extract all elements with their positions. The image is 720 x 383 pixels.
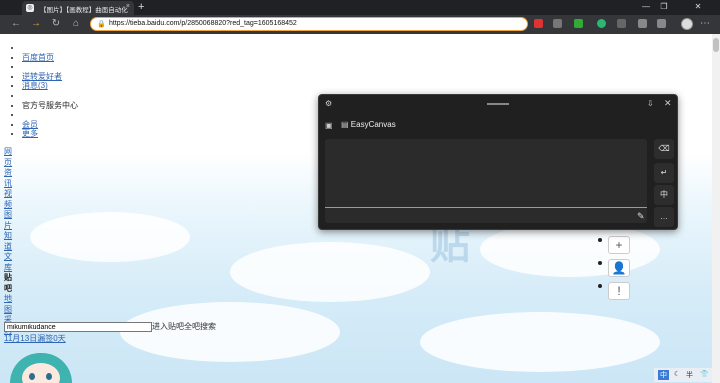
restore-icon[interactable]: ❐	[656, 2, 672, 11]
side-nav-char[interactable]: 库	[4, 263, 12, 274]
address-bar[interactable]: 🔒 https://tieba.baidu.com/p/2850068820?r…	[90, 17, 528, 31]
top-nav-item	[22, 110, 78, 120]
top-nav-item[interactable]: 会员	[22, 120, 78, 130]
more-menu-icon[interactable]: ⋯	[700, 18, 710, 29]
feedback-icon[interactable]: !	[608, 282, 630, 300]
profile-avatar[interactable]	[681, 18, 693, 30]
ime-moon-icon: ☾	[674, 371, 681, 378]
top-nav-item[interactable]: 更多	[22, 129, 78, 139]
search-input[interactable]	[4, 322, 152, 332]
extension-icon[interactable]	[617, 19, 626, 28]
top-nav-list: 百度首页逆转爱好者消息(3) 官方号服务中心会员更多	[12, 43, 78, 139]
side-nav-char[interactable]: 知	[4, 231, 12, 242]
side-nav-char[interactable]: 视	[4, 189, 12, 200]
ime-lang: 中	[658, 370, 669, 380]
new-tab-button[interactable]: +	[138, 1, 144, 13]
backspace-button[interactable]: ⌫	[654, 139, 674, 159]
bullet	[598, 238, 602, 242]
extension-icon[interactable]	[534, 19, 543, 28]
collections-icon[interactable]	[657, 19, 666, 28]
extensions-puzzle-icon[interactable]	[638, 19, 647, 28]
side-nav-char[interactable]: 吧	[4, 284, 12, 295]
window-icon[interactable]: ▣	[325, 121, 333, 130]
canvas-doc-icon: ▤	[341, 120, 349, 129]
enter-button[interactable]: ↵	[654, 163, 674, 183]
top-nav-item	[22, 62, 78, 72]
extension-icon[interactable]	[553, 19, 562, 28]
side-nav-char[interactable]: 文	[4, 252, 12, 263]
lock-icon: 🔒	[97, 21, 106, 28]
browser-tab[interactable]: ◎ 【图片】【画教程】曲面自动化 ×	[22, 1, 134, 15]
side-nav-char[interactable]: 图	[4, 305, 12, 316]
side-nav-char[interactable]: 页	[4, 158, 12, 169]
pin-icon[interactable]: ⇩	[647, 99, 654, 108]
bullet	[598, 261, 602, 265]
top-nav-item[interactable]: 百度首页	[22, 53, 78, 63]
side-nav-char[interactable]: 贴	[4, 273, 12, 284]
reload-icon[interactable]: ↻	[49, 16, 63, 32]
add-icon[interactable]: +	[608, 236, 630, 254]
tab-favicon-icon: ◎	[26, 4, 34, 12]
search-buttons: 进入贴吧全吧搜索	[152, 321, 216, 332]
ime-indicator[interactable]: 中 ☾ 半 👕	[654, 368, 712, 382]
forward-icon[interactable]: →	[29, 16, 43, 32]
page-scrollbar[interactable]	[712, 34, 720, 383]
top-nav-link[interactable]: 逆转爱好者	[22, 72, 62, 81]
drag-handle[interactable]	[487, 103, 509, 105]
side-nav-char[interactable]: 图	[4, 210, 12, 221]
tab-title: 【图片】【画教程】曲面自动化	[40, 7, 128, 14]
side-nav-char[interactable]: 地	[4, 294, 12, 305]
extension-icon[interactable]	[574, 19, 583, 28]
side-nav-char[interactable]: 片	[4, 221, 12, 232]
side-nav-char[interactable]: 频	[4, 200, 12, 211]
user-icon[interactable]: 👤	[608, 259, 630, 277]
pen-icon[interactable]: ✎	[637, 211, 645, 222]
enter-tieba-button[interactable]: 进入贴吧	[152, 322, 184, 331]
language-button[interactable]: 中	[654, 185, 674, 205]
top-nav-item[interactable]: 消息(3)	[22, 81, 78, 91]
side-nav-char[interactable]: 讯	[4, 179, 12, 190]
extension-icon[interactable]	[597, 19, 606, 28]
top-nav-item	[22, 43, 78, 53]
close-panel-icon[interactable]: ✕	[664, 98, 672, 109]
top-nav-link[interactable]: 消息(3)	[22, 81, 48, 90]
scrollbar-thumb[interactable]	[713, 38, 719, 52]
sign-in-status[interactable]: 11月13日漏签0天	[4, 333, 66, 344]
minimize-icon[interactable]: —	[638, 2, 654, 11]
easycanvas-panel: ⚙ ⇩ ✕ ▣ ▤ EasyCanvas ✎ ⌫ ↵ 中 …	[318, 94, 678, 230]
back-icon[interactable]: ←	[9, 16, 23, 32]
top-nav-item[interactable]: 逆转爱好者	[22, 72, 78, 82]
canvas-title[interactable]: ▤ EasyCanvas	[341, 120, 396, 129]
url-text: https://tieba.baidu.com/p/2850068820?red…	[109, 20, 297, 27]
top-nav-item: 官方号服务中心	[22, 101, 78, 111]
top-nav-link: 官方号服务中心	[22, 100, 78, 110]
top-nav-link[interactable]: 会员	[22, 120, 38, 129]
side-nav-char[interactable]: 资	[4, 168, 12, 179]
home-icon[interactable]: ⌂	[69, 16, 83, 32]
ime-shirt-icon: 👕	[700, 371, 709, 378]
bullet	[598, 284, 602, 288]
settings-icon[interactable]: ⚙	[325, 99, 332, 108]
close-window-icon[interactable]: ✕	[690, 2, 706, 11]
baseline	[325, 207, 647, 208]
top-nav-item	[22, 91, 78, 101]
top-nav-link[interactable]: 更多	[22, 129, 38, 138]
close-tab-icon[interactable]: ×	[126, 3, 130, 10]
user-avatar-image	[4, 347, 76, 383]
ime-status: 半	[686, 372, 693, 379]
search-all-button[interactable]: 全吧搜索	[184, 322, 216, 331]
more-button[interactable]: …	[654, 207, 674, 227]
side-nav-char[interactable]: 道	[4, 242, 12, 253]
side-nav-char[interactable]: 网	[4, 147, 12, 158]
handwriting-canvas[interactable]: ✎	[325, 139, 647, 223]
top-nav-link[interactable]: 百度首页	[22, 53, 54, 62]
